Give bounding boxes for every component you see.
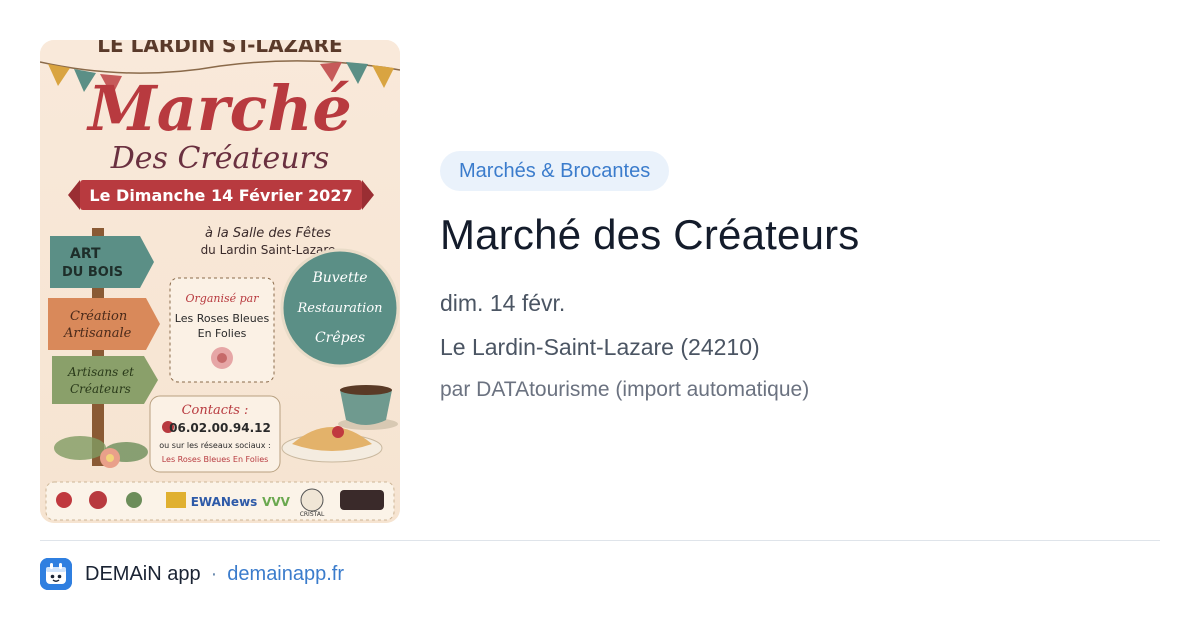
svg-text:EWANews: EWANews: [191, 495, 258, 509]
share-card: LE LARDIN ST-LAZARE Marché Des Créateurs…: [0, 0, 1200, 630]
event-poster-image[interactable]: LE LARDIN ST-LAZARE Marché Des Créateurs…: [40, 40, 400, 523]
sponsor-logo: [340, 490, 384, 510]
svg-text:Créateurs: Créateurs: [70, 382, 131, 396]
svg-text:ou sur les réseaux sociaux :: ou sur les réseaux sociaux :: [159, 440, 270, 450]
svg-text:Artisanale: Artisanale: [63, 326, 132, 341]
svg-text:Contacts :: Contacts :: [182, 403, 249, 418]
category-badge[interactable]: Marchés & Brocantes: [440, 151, 670, 191]
sign-art-du-bois: [50, 236, 154, 288]
app-name: DEMAiN app: [85, 562, 201, 585]
poster-title-sub: Des Créateurs: [110, 141, 330, 176]
svg-text:Les Roses Bleues En Folies: Les Roses Bleues En Folies: [162, 455, 269, 464]
svg-text:En Folies: En Folies: [198, 327, 247, 340]
svg-text:ART: ART: [70, 246, 101, 262]
svg-text:Restauration: Restauration: [296, 301, 382, 316]
sponsor-logo: VVV: [262, 495, 291, 509]
footer-separator: ·: [210, 562, 218, 585]
poster-title-main: Marché: [86, 72, 352, 145]
event-date: dim. 14 févr.: [440, 290, 566, 316]
svg-text:Artisans et: Artisans et: [67, 365, 134, 379]
sponsor-logo: [126, 492, 142, 508]
event-source: par DATAtourisme (import automatique): [440, 378, 810, 401]
sponsor-logo: [300, 488, 324, 512]
svg-text:Crêpes: Crêpes: [315, 330, 365, 346]
poster-date: Le Dimanche 14 Février 2027: [89, 186, 352, 205]
sponsor-logo: [89, 491, 107, 509]
event-title[interactable]: Marché des Créateurs: [440, 207, 860, 263]
poster-header: LE LARDIN ST-LAZARE: [97, 40, 342, 57]
event-location: Le Lardin-Saint-Lazare (24210): [440, 334, 760, 360]
svg-text:Création: Création: [70, 309, 127, 324]
coffee-cup-icon: [340, 390, 392, 425]
svg-text:Les Roses Bleues: Les Roses Bleues: [175, 312, 270, 325]
footer-divider: [40, 540, 1160, 541]
svg-text:Organisé par: Organisé par: [186, 292, 260, 305]
app-logo-icon: [40, 558, 72, 590]
svg-text:DU BOIS: DU BOIS: [62, 265, 123, 280]
poster-venue-1: à la Salle des Fêtes: [205, 226, 331, 241]
app-domain-link[interactable]: demainapp.fr: [227, 563, 344, 586]
sponsor-logo: [56, 492, 72, 508]
sponsor-logo: [166, 492, 186, 508]
svg-text:06.02.00.94.12: 06.02.00.94.12: [169, 421, 271, 435]
poster-artwork: LE LARDIN ST-LAZARE Marché Des Créateurs…: [40, 40, 400, 523]
sign-creation-artisanale: [48, 298, 160, 350]
svg-text:Buvette: Buvette: [311, 270, 367, 286]
svg-text:CRISTAL: CRISTAL: [300, 511, 325, 518]
sign-artisans-createurs: [52, 356, 158, 404]
footer: DEMAiN app · demainapp.fr: [40, 558, 344, 590]
